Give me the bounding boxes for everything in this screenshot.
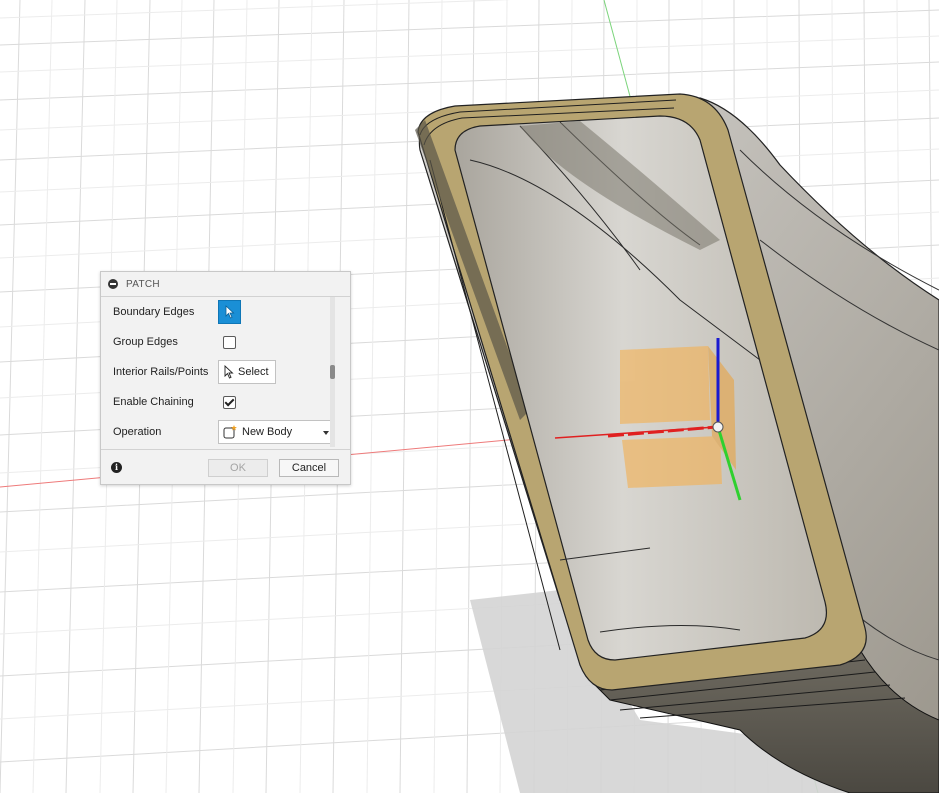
- dialog-footer: i OK Cancel: [101, 449, 350, 484]
- row-enable-chaining: Enable Chaining: [101, 387, 331, 417]
- row-interior-rails: Interior Rails/Points Select: [101, 357, 331, 387]
- ok-button[interactable]: OK: [208, 459, 268, 477]
- boundary-edges-label: Boundary Edges: [113, 306, 195, 318]
- row-boundary-edges: Boundary Edges: [101, 297, 331, 327]
- collapse-icon[interactable]: [108, 279, 118, 289]
- dialog-title: PATCH: [126, 278, 160, 290]
- operation-dropdown[interactable]: New Body: [218, 420, 335, 444]
- interior-rails-select-button[interactable]: Select: [218, 360, 276, 384]
- boundary-edges-selector[interactable]: [218, 300, 241, 324]
- enable-chaining-label: Enable Chaining: [113, 396, 194, 408]
- patch-dialog: PATCH Boundary Edges Group Edges Interio…: [100, 271, 351, 485]
- group-edges-checkbox[interactable]: [223, 335, 236, 349]
- dialog-body: Boundary Edges Group Edges Interior Rail…: [101, 297, 350, 447]
- enable-chaining-checkbox[interactable]: [223, 395, 236, 409]
- new-body-icon: [223, 425, 237, 439]
- row-group-edges: Group Edges: [101, 327, 331, 357]
- chevron-down-icon: [323, 431, 329, 435]
- operation-value: New Body: [242, 426, 293, 438]
- cancel-button[interactable]: Cancel: [279, 459, 339, 477]
- operation-label: Operation: [113, 426, 162, 438]
- interior-rails-label: Interior Rails/Points: [113, 366, 209, 378]
- scrollbar-thumb[interactable]: [330, 365, 335, 379]
- dialog-header: PATCH: [101, 272, 350, 297]
- cursor-arrow-icon: [224, 365, 234, 379]
- row-operation: Operation New Body: [101, 417, 335, 447]
- select-button-label: Select: [238, 366, 269, 378]
- cursor-arrow-icon: [225, 305, 235, 319]
- dialog-scrollbar[interactable]: [330, 297, 335, 447]
- triad-origin: [712, 421, 724, 433]
- info-icon[interactable]: i: [111, 462, 122, 473]
- group-edges-label: Group Edges: [113, 336, 178, 348]
